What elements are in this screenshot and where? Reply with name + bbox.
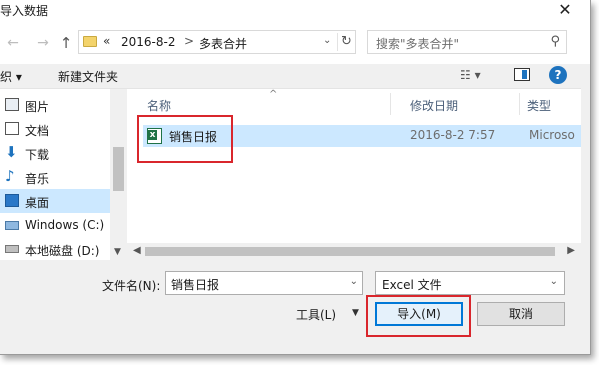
highlight-annotation-file xyxy=(137,115,233,163)
sidebar-item-drive-c[interactable]: Windows (C:) xyxy=(0,213,110,237)
column-header-type[interactable]: 类型 xyxy=(527,97,551,114)
window-title: 导入数据 xyxy=(0,4,49,18)
sidebar-item-pictures[interactable]: 图片 xyxy=(0,93,110,117)
filename-label: 文件名(N): xyxy=(102,279,161,293)
sidebar-item-label: 本地磁盘 (D:) xyxy=(25,244,100,258)
arrow-up-icon[interactable]: ↑ xyxy=(57,34,75,52)
search-icon[interactable]: ⚲ xyxy=(550,34,560,49)
view-options-icon[interactable]: ☷ ▾ xyxy=(460,68,481,82)
filetype-select[interactable]: Excel 文件 ⌄ xyxy=(375,271,565,295)
sidebar-item-label: Windows (C:) xyxy=(25,218,105,232)
sidebar-item-music[interactable]: ♪ 音乐 xyxy=(0,165,110,189)
breadcrumb-item-2016-8-2[interactable]: 2016-8-2 xyxy=(121,35,175,49)
help-icon[interactable]: ? xyxy=(549,66,567,84)
scrollbar-thumb[interactable] xyxy=(113,147,124,191)
column-header-modified[interactable]: 修改日期 xyxy=(410,97,458,114)
scroll-right-icon[interactable]: ▶ xyxy=(567,245,575,256)
filetype-value: Excel 文件 xyxy=(382,278,442,292)
scroll-left-icon[interactable]: ◀ xyxy=(133,245,141,256)
sidebar-item-documents[interactable]: 文档 xyxy=(0,117,110,141)
drive-icon xyxy=(5,221,19,230)
breadcrumb-separator[interactable]: > xyxy=(184,34,194,48)
filename-field[interactable]: 销售日报 ⌄ xyxy=(165,271,363,295)
pictures-icon xyxy=(5,98,19,111)
navigation-pane: 图片 文档 ⬇ 下载 ♪ 音乐 桌面 Windows (C:) 本地磁盘 (D:… xyxy=(0,88,127,261)
file-modified-date: 2016-8-2 7:57 xyxy=(410,128,496,142)
sidebar-item-label: 图片 xyxy=(25,100,50,114)
refresh-icon[interactable]: ↻ xyxy=(337,33,355,51)
folder-icon xyxy=(83,36,97,47)
cancel-button[interactable]: 取消 xyxy=(477,302,565,326)
column-divider[interactable] xyxy=(519,93,520,115)
sidebar-item-desktop[interactable]: 桌面 xyxy=(0,189,110,213)
chevron-down-icon[interactable]: ⌄ xyxy=(350,276,358,287)
search-placeholder: 搜索"多表合并" xyxy=(376,37,460,51)
tools-dropdown-icon[interactable]: ▼ xyxy=(352,308,359,318)
sidebar-item-label: 桌面 xyxy=(25,196,50,210)
sidebar-item-label: 音乐 xyxy=(25,172,50,186)
file-list: ^ 名称 修改日期 类型 销售日报 2016-8-2 7:57 Microso … xyxy=(127,88,581,260)
scroll-down-icon[interactable]: ▼ xyxy=(114,247,121,257)
column-divider[interactable] xyxy=(390,93,391,115)
chevron-down-icon[interactable]: ⌄ xyxy=(550,276,558,287)
navigation-scrollbar[interactable]: ▼ xyxy=(110,89,127,261)
horizontal-scrollbar[interactable]: ◀ ▶ xyxy=(127,243,581,260)
documents-icon xyxy=(5,122,19,135)
new-folder-button[interactable]: 新建文件夹 xyxy=(58,68,118,85)
address-bar[interactable]: « 2016-8-2 > 多表合并 ⌄ ↻ xyxy=(78,30,356,54)
breadcrumb-overflow[interactable]: « xyxy=(103,34,110,48)
column-header-name[interactable]: 名称 xyxy=(147,97,171,114)
sidebar-item-label: 文档 xyxy=(25,124,50,138)
filename-value: 销售日报 xyxy=(171,278,220,292)
file-type: Microso xyxy=(529,128,575,142)
import-data-dialog: 导入数据 ✕ ← → ↑ « 2016-8-2 > 多表合并 ⌄ ↻ 搜索"多表… xyxy=(0,0,591,355)
close-icon[interactable]: ✕ xyxy=(554,0,576,20)
title-bar: 导入数据 ✕ xyxy=(0,0,590,22)
arrow-left-icon[interactable]: ← xyxy=(4,34,22,52)
desktop-icon xyxy=(5,194,19,207)
breadcrumb-item-current[interactable]: 多表合并 xyxy=(199,35,247,52)
highlight-annotation-import xyxy=(366,295,471,337)
search-input[interactable]: 搜索"多表合并" ⚲ xyxy=(367,30,567,54)
music-icon: ♪ xyxy=(5,167,15,185)
download-icon: ⬇ xyxy=(5,143,18,161)
preview-pane-icon[interactable] xyxy=(514,68,530,81)
chevron-down-icon[interactable]: ⌄ xyxy=(323,35,331,46)
sidebar-item-drive-d[interactable]: 本地磁盘 (D:) xyxy=(0,237,110,261)
sidebar-item-label: 下载 xyxy=(25,148,50,162)
sidebar-item-downloads[interactable]: ⬇ 下载 xyxy=(0,141,110,165)
command-toolbar: 织 ▾ 新建文件夹 ☷ ▾ ? xyxy=(0,64,590,88)
sort-indicator-icon: ^ xyxy=(269,89,278,100)
navigation-bar: ← → ↑ « 2016-8-2 > 多表合并 ⌄ ↻ 搜索"多表合并" ⚲ xyxy=(0,22,590,64)
organize-button[interactable]: 织 ▾ xyxy=(0,68,22,85)
scrollbar-thumb[interactable] xyxy=(145,247,555,256)
arrow-right-icon[interactable]: → xyxy=(34,34,52,52)
disk-icon xyxy=(5,245,19,253)
tools-button[interactable]: 工具(L) xyxy=(296,306,336,323)
